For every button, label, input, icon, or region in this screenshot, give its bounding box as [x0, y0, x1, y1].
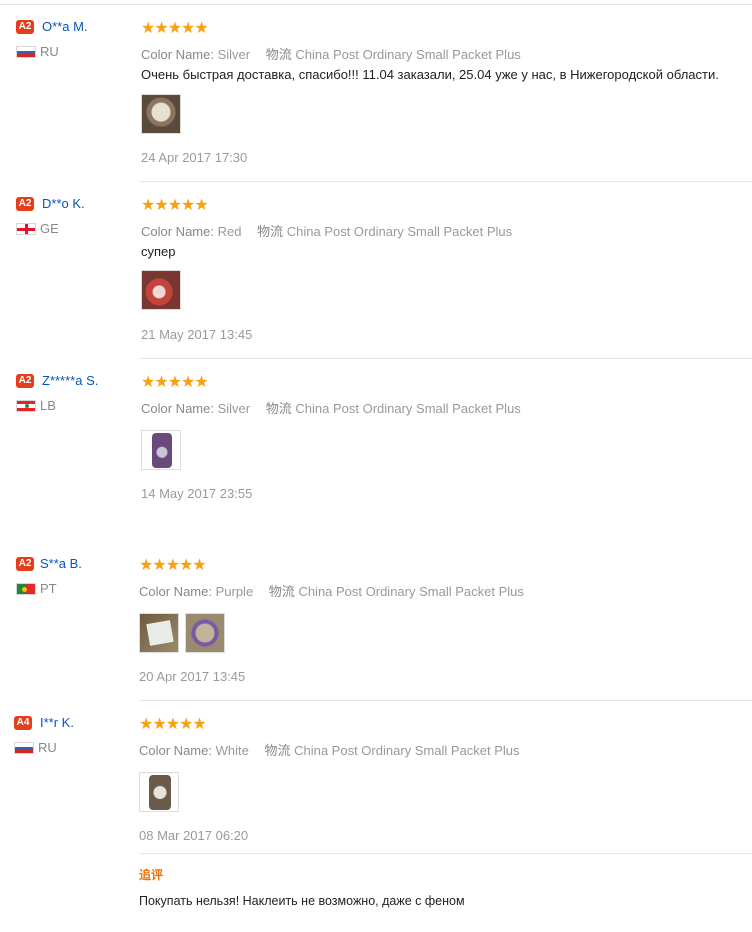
review-photo[interactable] — [139, 772, 179, 812]
level-badge: A2 — [16, 197, 34, 211]
review-divider — [139, 700, 752, 701]
append-review-text: Покупать нельзя! Наклеить не возможно, д… — [139, 894, 465, 908]
review-date: 08 Mar 2017 06:20 — [139, 828, 249, 843]
color-value: Silver — [217, 401, 251, 416]
color-name-label: Color Name: — [141, 401, 214, 416]
review-date: 21 May 2017 13:45 — [141, 327, 253, 342]
review-item: A4 I**r K. RU ★★★★★ Color Name: White 物流… — [0, 715, 752, 916]
star-rating: ★★★★★ — [139, 557, 207, 574]
star-rating: ★★★★★ — [139, 716, 207, 733]
color-value: White — [215, 743, 249, 758]
shipping-value: China Post Ordinary Small Packet Plus — [295, 401, 521, 416]
review-date: 14 May 2017 23:55 — [141, 486, 253, 501]
shipping-label: 物流 — [257, 224, 284, 239]
shipping-value: China Post Ordinary Small Packet Plus — [298, 584, 524, 599]
star-rating: ★★★★★ — [141, 374, 209, 391]
star-rating: ★★★★★ — [141, 197, 209, 214]
review-attributes: Color Name: Red 物流 China Post Ordinary S… — [141, 221, 512, 240]
review-photo[interactable] — [141, 94, 181, 134]
review-item: A2 Z*****a S. LB ★★★★★ Color Name: Silve… — [0, 373, 752, 540]
append-divider — [139, 853, 752, 854]
review-attributes: Color Name: Silver 物流 China Post Ordinar… — [141, 44, 521, 63]
color-value: Red — [217, 224, 242, 239]
review-photos — [139, 772, 179, 812]
review-photo[interactable] — [139, 613, 179, 653]
append-review-label: 追评 — [139, 868, 164, 882]
reviewer-name[interactable]: O**a M. — [42, 19, 88, 34]
color-value: Silver — [217, 47, 251, 62]
country-code: RU — [40, 44, 59, 59]
country-code: LB — [40, 398, 56, 413]
review-date: 24 Apr 2017 17:30 — [141, 150, 248, 165]
review-item: A2 S**a B. PT ★★★★★ Color Name: Purple 物… — [0, 556, 752, 701]
review-photos — [139, 613, 225, 653]
shipping-label: 物流 — [268, 584, 295, 599]
level-badge: A2 — [16, 374, 34, 388]
review-photos — [141, 270, 181, 310]
color-name-label: Color Name: — [141, 47, 214, 62]
reviewer-name[interactable]: S**a B. — [40, 556, 82, 571]
review-photo[interactable] — [141, 430, 181, 470]
country-code: GE — [40, 221, 59, 236]
review-date: 20 Apr 2017 13:45 — [139, 669, 246, 684]
flag-lb-icon — [16, 400, 36, 412]
color-name-label: Color Name: — [141, 224, 214, 239]
review-divider — [139, 181, 752, 182]
flag-ge-icon — [16, 223, 36, 235]
flag-ru-icon — [16, 46, 36, 58]
shipping-label: 物流 — [265, 47, 292, 62]
review-attributes: Color Name: Purple 物流 China Post Ordinar… — [139, 581, 524, 600]
reviewer-name[interactable]: I**r K. — [40, 715, 74, 730]
top-divider — [0, 4, 752, 5]
review-photo[interactable] — [185, 613, 225, 653]
level-badge: A4 — [14, 716, 32, 730]
review-divider — [139, 358, 752, 359]
star-rating: ★★★★★ — [141, 20, 209, 37]
review-text: Очень быстрая доставка, спасибо!!! 11.04… — [141, 67, 719, 82]
color-value: Purple — [215, 584, 254, 599]
level-badge: A2 — [16, 557, 34, 571]
shipping-value: China Post Ordinary Small Packet Plus — [294, 743, 520, 758]
review-photos — [141, 94, 181, 134]
flag-ru-icon — [14, 742, 34, 754]
shipping-value: China Post Ordinary Small Packet Plus — [286, 224, 513, 239]
flag-pt-icon — [16, 583, 36, 595]
review-item: A2 O**a M. RU ★★★★★ Color Name: Silver 物… — [0, 19, 752, 182]
reviewer-name[interactable]: Z*****a S. — [42, 373, 98, 388]
shipping-value: China Post Ordinary Small Packet Plus — [295, 47, 521, 62]
country-code: PT — [40, 581, 57, 596]
shipping-label: 物流 — [264, 743, 291, 758]
review-item: A2 D**o K. GE ★★★★★ Color Name: Red 物流 C… — [0, 196, 752, 359]
color-name-label: Color Name: — [139, 743, 212, 758]
color-name-label: Color Name: — [139, 584, 212, 599]
reviewer-name[interactable]: D**o K. — [42, 196, 85, 211]
review-photos — [141, 430, 181, 470]
shipping-label: 物流 — [265, 401, 292, 416]
review-attributes: Color Name: White 物流 China Post Ordinary… — [139, 740, 520, 759]
review-photo[interactable] — [141, 270, 181, 310]
review-attributes: Color Name: Silver 物流 China Post Ordinar… — [141, 398, 521, 417]
country-code: RU — [38, 740, 57, 755]
review-text: супер — [141, 244, 176, 259]
level-badge: A2 — [16, 20, 34, 34]
